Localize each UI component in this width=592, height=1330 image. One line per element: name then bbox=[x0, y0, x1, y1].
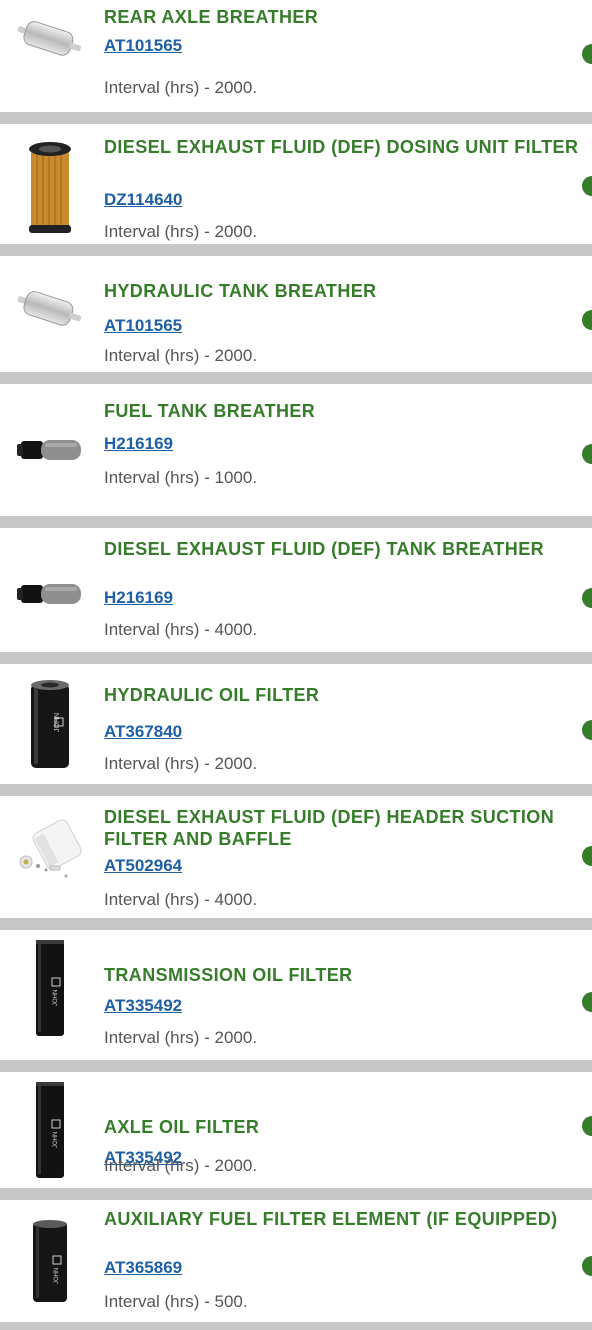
row-separator bbox=[0, 1060, 592, 1072]
part-number-link[interactable]: AT367840 bbox=[104, 722, 182, 742]
part-number-link[interactable]: H216169 bbox=[104, 434, 173, 454]
part-row[interactable]: JOHN AUXILIARY FUEL FILTER ELEMENT (IF E… bbox=[0, 1200, 592, 1322]
suction-filter-baffle-icon bbox=[10, 810, 90, 890]
row-separator bbox=[0, 112, 592, 124]
part-row[interactable]: DIESEL EXHAUST FLUID (DEF) TANK BREATHER… bbox=[0, 528, 592, 652]
part-name: DIESEL EXHAUST FLUID (DEF) HEADER SUCTIO… bbox=[104, 807, 555, 849]
row-separator bbox=[0, 244, 592, 256]
status-dot-icon[interactable] bbox=[582, 588, 592, 608]
breather-filter-icon bbox=[10, 270, 90, 350]
service-interval: Interval (hrs) - 2000. bbox=[104, 1156, 258, 1175]
part-name: DIESEL EXHAUST FLUID (DEF) TANK BREATHER bbox=[104, 539, 545, 559]
pleated-filter-element-icon bbox=[10, 140, 90, 236]
status-dot-icon[interactable] bbox=[582, 176, 592, 196]
row-8-interval-line: Interval (hrs) - 2000. bbox=[0, 1156, 592, 1182]
part-name: AXLE OIL FILTER bbox=[104, 1117, 260, 1137]
part-number-link[interactable]: AT365869 bbox=[104, 1258, 182, 1278]
row-separator bbox=[0, 1188, 592, 1200]
part-name: AUXILIARY FUEL FILTER ELEMENT (IF EQUIPP… bbox=[104, 1209, 558, 1229]
svg-text:JOHN: JOHN bbox=[53, 990, 59, 1006]
part-number-link[interactable]: AT101565 bbox=[104, 36, 182, 56]
part-name: DIESEL EXHAUST FLUID (DEF) DOSING UNIT F… bbox=[104, 137, 579, 157]
part-row[interactable]: DIESEL EXHAUST FLUID (DEF) HEADER SUCTIO… bbox=[0, 796, 592, 918]
tank-breather-plug-icon bbox=[10, 410, 90, 490]
row-separator bbox=[0, 516, 592, 528]
row-separator bbox=[0, 372, 592, 384]
service-interval: Interval (hrs) - 4000. bbox=[104, 890, 258, 909]
status-dot-icon[interactable] bbox=[582, 720, 592, 740]
service-interval: Interval (hrs) - 500. bbox=[104, 1292, 248, 1311]
row-separator bbox=[0, 784, 592, 796]
tank-breather-plug-icon bbox=[10, 554, 90, 634]
part-row[interactable]: JOHN HYDRAULIC OIL FILTER AT367840 Inter… bbox=[0, 664, 592, 784]
breather-filter-icon bbox=[10, 0, 90, 80]
spin-on-filter-icon: JOHN bbox=[10, 678, 90, 774]
part-name: FUEL TANK BREATHER bbox=[104, 401, 316, 421]
svg-text:JOHN: JOHN bbox=[54, 1268, 60, 1284]
status-dot-icon[interactable] bbox=[582, 444, 592, 464]
status-dot-icon[interactable] bbox=[582, 1256, 592, 1276]
part-row[interactable]: FUEL TANK BREATHER H216169 Interval (hrs… bbox=[0, 384, 592, 516]
svg-text:JOHN: JOHN bbox=[53, 1132, 59, 1148]
service-interval: Interval (hrs) - 2000. bbox=[104, 222, 258, 241]
service-interval: Interval (hrs) - 2000. bbox=[104, 346, 258, 365]
service-interval: Interval (hrs) - 2000. bbox=[104, 1028, 258, 1047]
part-number-link[interactable]: AT101565 bbox=[104, 316, 182, 336]
spin-on-filter-icon: JOHN bbox=[10, 1218, 90, 1306]
status-dot-icon[interactable] bbox=[582, 992, 592, 1012]
part-row[interactable]: HYDRAULIC TANK BREATHER AT101565 Interva… bbox=[0, 256, 592, 372]
status-dot-icon[interactable] bbox=[582, 846, 592, 866]
part-name: HYDRAULIC OIL FILTER bbox=[104, 685, 320, 705]
tall-spin-on-filter-icon: JOHN bbox=[10, 936, 90, 1040]
part-number-link[interactable]: AT335492 bbox=[104, 996, 182, 1016]
part-row[interactable]: REAR AXLE BREATHER AT101565 Interval (hr… bbox=[0, 0, 592, 112]
part-row[interactable]: DIESEL EXHAUST FLUID (DEF) DOSING UNIT F… bbox=[0, 124, 592, 244]
part-name: TRANSMISSION OIL FILTER bbox=[104, 965, 353, 985]
part-number-link[interactable]: H216169 bbox=[104, 588, 173, 608]
row-separator bbox=[0, 1322, 592, 1330]
part-number-link[interactable]: DZ114640 bbox=[104, 190, 182, 210]
service-interval: Interval (hrs) - 4000. bbox=[104, 620, 258, 639]
row-separator bbox=[0, 652, 592, 664]
service-interval: Interval (hrs) - 2000. bbox=[104, 78, 258, 97]
part-name: REAR AXLE BREATHER bbox=[104, 7, 319, 27]
service-interval: Interval (hrs) - 1000. bbox=[104, 468, 258, 487]
status-dot-icon[interactable] bbox=[582, 44, 592, 64]
part-number-link[interactable]: AT502964 bbox=[104, 856, 182, 876]
service-interval: Interval (hrs) - 2000. bbox=[104, 754, 258, 773]
status-dot-icon[interactable] bbox=[582, 310, 592, 330]
part-name: HYDRAULIC TANK BREATHER bbox=[104, 281, 377, 301]
part-row[interactable]: JOHN TRANSMISSION OIL FILTER AT335492 In… bbox=[0, 930, 592, 1060]
row-separator bbox=[0, 918, 592, 930]
